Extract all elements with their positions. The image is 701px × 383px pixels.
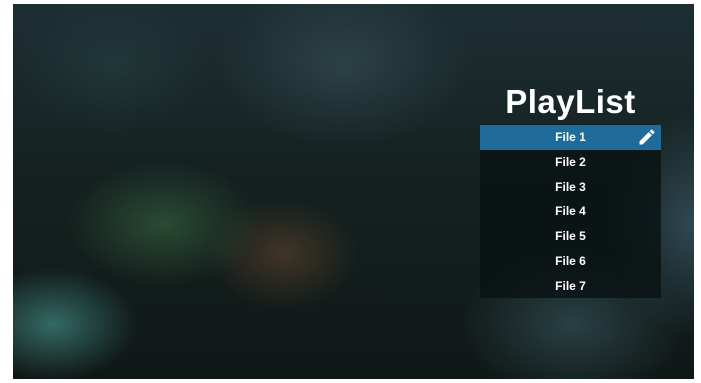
file-item-label: File 6: [555, 253, 586, 268]
file-item-5[interactable]: File 5: [480, 224, 661, 249]
file-item-4[interactable]: File 4: [480, 199, 661, 224]
file-item-label: File 1: [555, 130, 586, 144]
file-item-6[interactable]: File 6: [480, 249, 661, 274]
file-item-label: File 3: [555, 179, 586, 194]
file-item-3[interactable]: File 3: [480, 175, 661, 200]
file-item-7[interactable]: File 7: [480, 274, 661, 299]
file-item-label: File 2: [555, 154, 586, 169]
pencil-icon[interactable]: [637, 127, 657, 147]
background-screen: PlayList File 1 File 2 File 3 File 4 Fil…: [13, 4, 694, 379]
playlist-title: PlayList: [505, 83, 636, 120]
file-list: File 1 File 2 File 3 File 4 File 5 File …: [480, 125, 661, 298]
file-item-1[interactable]: File 1: [480, 125, 661, 150]
file-item-label: File 7: [555, 278, 586, 293]
file-item-label: File 5: [555, 229, 586, 244]
file-item-label: File 4: [555, 204, 586, 219]
file-item-2[interactable]: File 2: [480, 150, 661, 175]
